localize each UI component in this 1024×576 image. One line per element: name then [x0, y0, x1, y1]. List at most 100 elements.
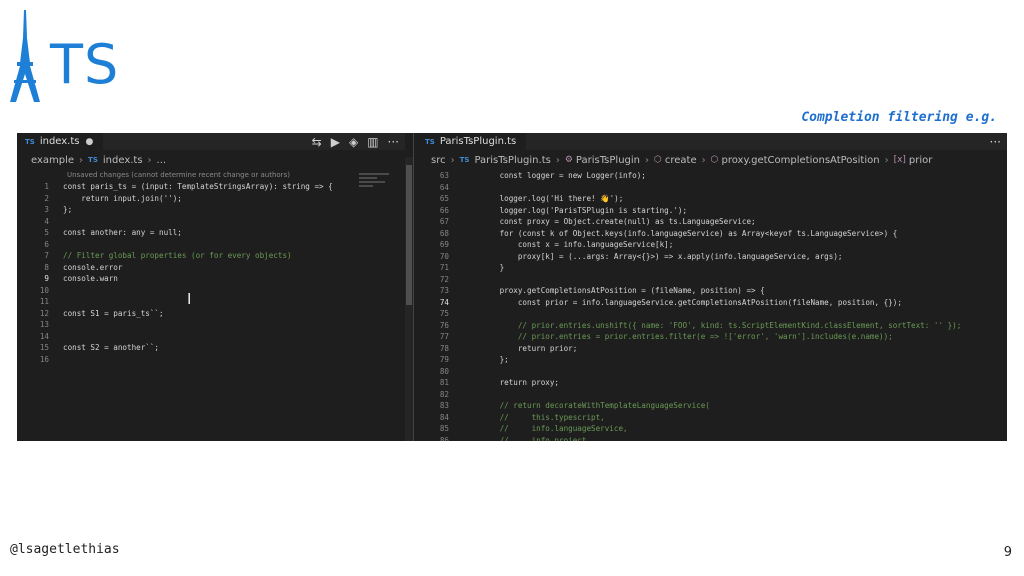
author-handle: @lsagetlethias: [10, 542, 120, 557]
line-number: 68: [439, 228, 449, 238]
code-line[interactable]: 82: [417, 389, 1007, 401]
code-text[interactable]: // prior.entries.unshift({ name: 'FOO', …: [463, 320, 961, 332]
code-line[interactable]: 66 logger.log('ParisTSPlugin is starting…: [417, 205, 1007, 217]
code-text[interactable]: logger.log('Hi there! 👋');: [463, 193, 624, 205]
line-number: 2: [44, 193, 49, 203]
code-line[interactable]: 7 // Filter global properties (or for eve…: [17, 250, 405, 262]
code-line[interactable]: 77 // prior.entries = prior.entries.filt…: [417, 331, 1007, 343]
code-line[interactable]: 75: [417, 308, 1007, 320]
code-line[interactable]: 14: [17, 331, 405, 343]
code-text[interactable]: }: [463, 262, 505, 274]
code-line[interactable]: 3};: [17, 204, 405, 216]
code-text[interactable]: const x = info.languageService[k];: [463, 239, 673, 251]
code-text[interactable]: // return decorateWithTemplateLanguageSe…: [463, 400, 710, 412]
code-line[interactable]: 81 return proxy;: [417, 377, 1007, 389]
code-line[interactable]: 64: [417, 182, 1007, 194]
code-line[interactable]: 86 // info.project,: [417, 435, 1007, 442]
code-line[interactable]: 9 console.warn: [17, 273, 405, 285]
breadcrumb-folder[interactable]: example: [31, 155, 74, 166]
code-line[interactable]: 70 proxy[k] = (...args: Array<{}>) => x.…: [417, 251, 1007, 263]
code-text[interactable]: // this.typescript,: [463, 412, 605, 424]
code-line[interactable]: 12 const S1 = paris_ts``;: [17, 308, 405, 320]
code-line[interactable]: 10: [17, 285, 405, 297]
code-text[interactable]: // prior.entries = prior.entries.filter(…: [463, 331, 893, 343]
right-code-area[interactable]: 63 const logger = new Logger(info); 64 65 …: [417, 170, 1007, 441]
tab-paristsplugin-ts[interactable]: TS ParisTsPlugin.ts: [417, 133, 527, 150]
git-compare-icon[interactable]: ⇆: [312, 135, 322, 149]
code-line[interactable]: 73 proxy.getCompletionsAtPosition = (fil…: [417, 285, 1007, 297]
code-line[interactable]: 83 // return decorateWithTemplateLanguag…: [417, 400, 1007, 412]
code-text[interactable]: // Filter global properties (or for ever…: [63, 250, 292, 262]
code-line[interactable]: 4: [17, 216, 405, 228]
code-text[interactable]: return proxy;: [463, 377, 559, 389]
code-line[interactable]: 69 const x = info.languageService[k];: [417, 239, 1007, 251]
pane-divider[interactable]: [413, 133, 414, 441]
code-line[interactable]: 65 logger.log('Hi there! 👋');: [417, 193, 1007, 205]
breadcrumb-symbol[interactable]: ...: [157, 155, 167, 166]
code-line[interactable]: 5 const another: any = null;: [17, 227, 405, 239]
code-text[interactable]: proxy[k] = (...args: Array<{}>) => x.app…: [463, 251, 843, 263]
left-scrollbar[interactable]: [405, 157, 413, 441]
code-line[interactable]: 8 console.error: [17, 262, 405, 274]
code-line[interactable]: 63 const logger = new Logger(info);: [417, 170, 1007, 182]
code-text[interactable]: return input.join('');: [63, 193, 182, 205]
breadcrumb-variable[interactable]: prior: [909, 155, 932, 166]
breadcrumb-class[interactable]: ParisTsPlugin: [576, 155, 640, 166]
code-line[interactable]: 1 const paris_ts = (input: TemplateString…: [17, 181, 405, 193]
code-text[interactable]: const logger = new Logger(info);: [463, 170, 646, 182]
code-text[interactable]: };: [463, 354, 509, 366]
line-number: 7: [44, 251, 49, 260]
code-line[interactable]: 6: [17, 239, 405, 251]
code-text[interactable]: // info.languageService,: [463, 423, 628, 435]
code-line[interactable]: 2 return input.join('');: [17, 193, 405, 205]
line-number: 6: [44, 239, 49, 249]
scrollbar-thumb[interactable]: [406, 165, 412, 305]
breadcrumb-file[interactable]: index.ts: [103, 155, 143, 166]
line-number: 73: [439, 286, 449, 295]
code-line[interactable]: 11: [17, 296, 405, 308]
code-text[interactable]: for (const k of Object.keys(info.languag…: [463, 228, 898, 240]
run-icon[interactable]: ▶: [331, 135, 340, 149]
tab-index-ts[interactable]: TS index.ts ●: [17, 133, 104, 150]
slide-title: Completion filtering e.g.: [801, 110, 997, 125]
code-line[interactable]: 13: [17, 319, 405, 331]
code-text[interactable]: logger.log('ParisTSPlugin is starting.')…: [463, 205, 687, 217]
code-line[interactable]: 16: [17, 354, 405, 366]
code-line[interactable]: 68 for (const k of Object.keys(info.lang…: [417, 228, 1007, 240]
more-icon[interactable]: ···: [388, 135, 399, 149]
code-text[interactable]: const another: any = null;: [63, 227, 182, 239]
code-text[interactable]: return prior;: [463, 343, 577, 355]
minimap[interactable]: [359, 171, 399, 201]
code-line[interactable]: 78 return prior;: [417, 343, 1007, 355]
code-line[interactable]: 72: [417, 274, 1007, 286]
code-line[interactable]: 67 const proxy = Object.create(null) as …: [417, 216, 1007, 228]
code-line[interactable]: 74 const prior = info.languageService.ge…: [417, 297, 1007, 309]
code-text[interactable]: proxy.getCompletionsAtPosition = (fileNa…: [463, 285, 765, 297]
code-text[interactable]: const S1 = paris_ts``;: [63, 308, 164, 320]
code-line[interactable]: 80: [417, 366, 1007, 378]
breadcrumb-file[interactable]: ParisTsPlugin.ts: [474, 155, 550, 166]
code-text[interactable]: console.error: [63, 262, 122, 274]
code-text[interactable]: const paris_ts = (input: TemplateStrings…: [63, 181, 333, 193]
breadcrumb-folder[interactable]: src: [431, 155, 446, 166]
code-text[interactable]: const S2 = another``;: [63, 342, 159, 354]
breadcrumb-function[interactable]: proxy.getCompletionsAtPosition: [721, 155, 879, 166]
line-number: 3: [44, 205, 49, 214]
code-text[interactable]: const prior = info.languageService.getCo…: [463, 297, 902, 309]
code-line[interactable]: 76 // prior.entries.unshift({ name: 'FOO…: [417, 320, 1007, 332]
branch-icon[interactable]: ◈: [349, 135, 358, 149]
code-line[interactable]: 84 // this.typescript,: [417, 412, 1007, 424]
split-editor-icon[interactable]: ▥: [367, 135, 378, 149]
codelens-hint[interactable]: Unsaved changes (cannot determine recent…: [17, 170, 405, 181]
code-text[interactable]: const proxy = Object.create(null) as ts.…: [463, 216, 756, 228]
code-line[interactable]: 79 };: [417, 354, 1007, 366]
code-line[interactable]: 15 const S2 = another``;: [17, 342, 405, 354]
code-line[interactable]: 71 }: [417, 262, 1007, 274]
code-text[interactable]: console.warn: [63, 273, 118, 285]
left-code-area[interactable]: Unsaved changes (cannot determine recent…: [17, 170, 405, 365]
more-icon[interactable]: ···: [990, 135, 1001, 149]
code-text[interactable]: };: [63, 204, 72, 216]
breadcrumb-method[interactable]: create: [665, 155, 697, 166]
code-line[interactable]: 85 // info.languageService,: [417, 423, 1007, 435]
code-text[interactable]: // info.project,: [463, 435, 591, 442]
